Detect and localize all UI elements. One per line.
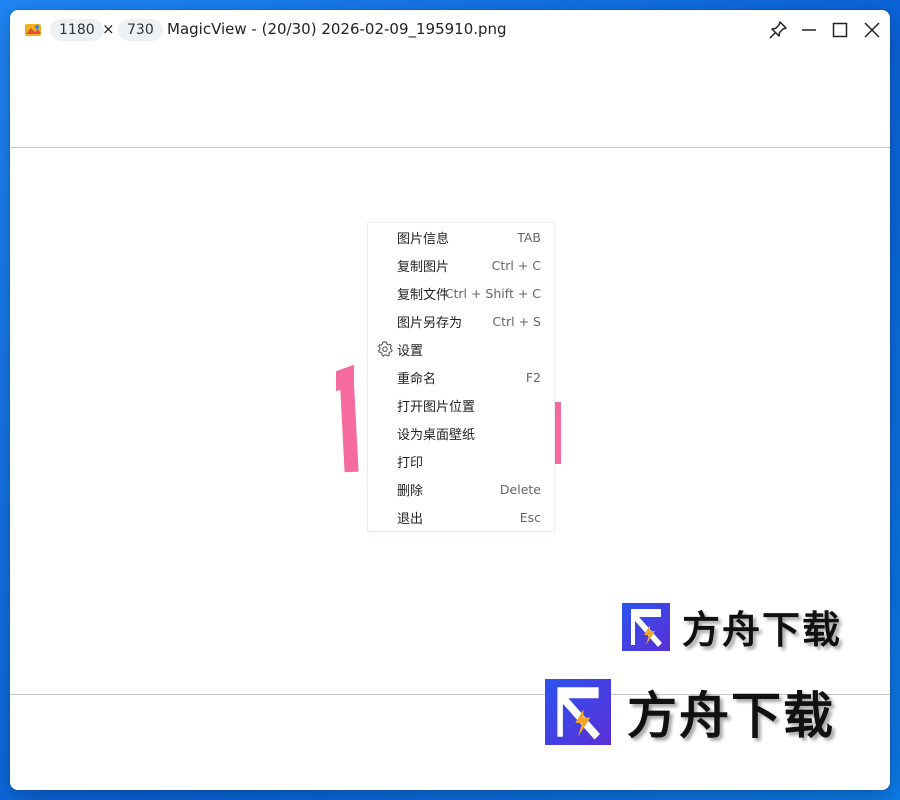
close-button[interactable] (860, 18, 884, 42)
menu-item-shortcut: Esc (519, 509, 541, 525)
gear-icon (376, 340, 394, 358)
menu-item-exit[interactable]: 退出 Esc (368, 503, 554, 531)
minimize-button[interactable] (797, 18, 821, 42)
app-window: 1180 × 730 MagicView - (20/30) 2026-02-0… (10, 10, 890, 790)
maximize-button[interactable] (828, 18, 852, 42)
watermark-large: 方舟下载 (545, 676, 835, 748)
app-logo-icon (24, 22, 42, 38)
window-title: MagicView - (20/30) 2026-02-09_195910.pn… (167, 20, 507, 38)
menu-item-rename[interactable]: 重命名 F2 (368, 363, 554, 391)
menu-item-settings[interactable]: 设置 (368, 335, 554, 363)
menu-item-shortcut: Ctrl + Shift + C (444, 285, 541, 301)
menu-item-label: 打印 (397, 455, 424, 471)
context-menu: 图片信息 TAB 复制图片 Ctrl + C 复制文件 Ctrl + Shift… (367, 222, 555, 532)
pin-button[interactable] (766, 18, 790, 42)
menu-item-label: 删除 (397, 483, 424, 499)
menu-item-label: 图片信息 (397, 231, 450, 247)
image-pink-stroke (554, 402, 561, 464)
watermark-small: 方舟下载 (622, 599, 842, 654)
watermark-text: 方舟下载 (627, 687, 835, 745)
watermark-logo-icon (622, 602, 670, 651)
menu-item-copy-file[interactable]: 复制文件 Ctrl + Shift + C (368, 279, 554, 307)
menu-item-shortcut: TAB (517, 229, 541, 245)
menu-item-label: 设为桌面壁纸 (397, 427, 476, 443)
menu-item-shortcut: Delete (499, 481, 541, 497)
image-width-value[interactable]: 1180 (50, 19, 104, 41)
menu-item-label: 复制图片 (397, 259, 450, 275)
pin-icon (769, 21, 787, 39)
menu-item-shortcut: Ctrl + C (491, 257, 541, 273)
menu-item-image-info[interactable]: 图片信息 TAB (368, 223, 554, 251)
maximize-icon (832, 22, 848, 38)
menu-item-label: 打开图片位置 (397, 399, 476, 415)
menu-item-copy-image[interactable]: 复制图片 Ctrl + C (368, 251, 554, 279)
image-height-value[interactable]: 730 (118, 19, 163, 41)
menu-item-shortcut: Ctrl + S (492, 313, 541, 329)
menu-item-label: 设置 (397, 343, 424, 359)
close-icon (864, 22, 880, 38)
minimize-icon (802, 29, 816, 31)
menu-item-label: 重命名 (397, 371, 437, 387)
menu-item-delete[interactable]: 删除 Delete (368, 475, 554, 503)
menu-item-print[interactable]: 打印 (368, 447, 554, 475)
dimension-separator: × (102, 20, 115, 38)
menu-item-set-wallpaper[interactable]: 设为桌面壁纸 (368, 419, 554, 447)
title-bar[interactable]: 1180 × 730 MagicView - (20/30) 2026-02-0… (10, 10, 890, 50)
menu-item-shortcut: F2 (525, 369, 541, 385)
menu-item-label: 图片另存为 (397, 315, 463, 331)
menu-item-label: 复制文件 (397, 287, 450, 303)
menu-item-open-location[interactable]: 打开图片位置 (368, 391, 554, 419)
menu-item-label: 退出 (397, 511, 424, 527)
watermark-text: 方舟下载 (682, 608, 843, 652)
menu-item-save-as[interactable]: 图片另存为 Ctrl + S (368, 307, 554, 335)
watermark-logo-icon (545, 679, 611, 745)
image-pink-stroke (339, 371, 359, 473)
